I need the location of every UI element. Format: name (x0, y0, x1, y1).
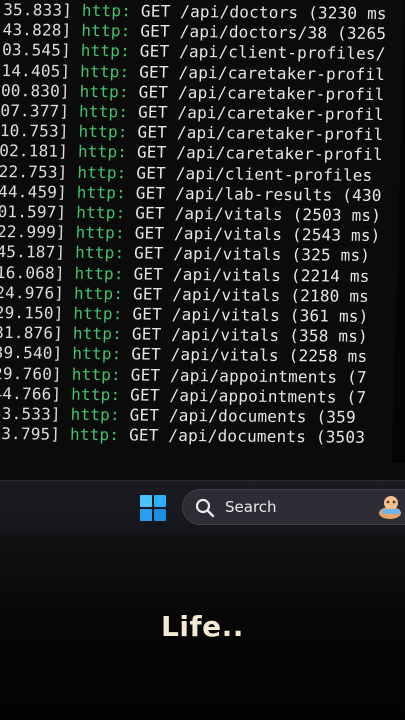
terminal-window[interactable]: 35.833] http: GET /api/doctors (3230 ms:… (0, 0, 405, 468)
taskbar: Search (0, 480, 405, 535)
log-method: GET (131, 324, 162, 344)
log-method: GET (136, 163, 167, 183)
log-protocol: http: (79, 61, 130, 81)
log-timestamp: :14.405] (0, 60, 71, 81)
log-method: GET (134, 223, 165, 243)
log-timestamp: 44.766] (0, 383, 62, 404)
log-method: GET (137, 102, 168, 122)
log-method: GET (133, 243, 164, 264)
log-method: GET (129, 405, 160, 425)
log-method: GET (139, 41, 170, 62)
log-path: /api/vitals (325 ms) (173, 244, 371, 266)
video-caption: Life.. (161, 610, 244, 643)
windows-start-icon[interactable] (139, 494, 167, 522)
log-timestamp: :43.828] (0, 20, 72, 40)
log-protocol: http: (81, 21, 131, 41)
log-timestamp: :02.181] (0, 141, 69, 162)
widget-art-icon[interactable] (378, 491, 405, 521)
log-path: /api/doctors/38 (3265 (179, 22, 387, 44)
log-protocol: http: (80, 41, 131, 61)
log-method: GET (132, 284, 163, 304)
log-timestamp: :00.830] (0, 80, 71, 101)
log-timestamp: 16.068] (0, 262, 66, 283)
log-path: /api/vitals (2214 ms (172, 264, 370, 286)
log-timestamp: 29.760] (0, 363, 63, 384)
log-method: GET (133, 264, 164, 284)
log-timestamp: :45.187] (0, 242, 66, 263)
log-protocol: http: (76, 182, 127, 203)
log-timestamp: 31.876] (0, 323, 64, 343)
log-timestamp: :01.597] (0, 201, 67, 222)
log-path: /api/appointments (7 (169, 365, 368, 387)
taskbar-search-box[interactable]: Search (182, 489, 405, 525)
log-timestamp: 39.540] (0, 343, 63, 364)
log-path: /api/vitals (2503 ms) (174, 203, 382, 226)
log-path: /api/caretaker-profil (178, 62, 386, 84)
log-protocol: http: (76, 202, 126, 223)
log-timestamp: 24.976] (0, 282, 65, 303)
log-method: GET (136, 142, 167, 163)
log-method: GET (138, 82, 169, 102)
log-timestamp: 29.150] (0, 302, 64, 323)
log-method: GET (128, 425, 159, 445)
log-timestamp: :22.753] (0, 161, 68, 182)
log-protocol: http: (74, 263, 125, 283)
log-path: /api/vitals (2543 ms) (173, 224, 381, 246)
log-protocol: http: (79, 81, 130, 102)
log-protocol: http: (81, 0, 132, 21)
log-path: /api/doctors (3230 ms (180, 1, 388, 24)
log-path: /api/appointments (7 (169, 385, 367, 407)
log-method: GET (135, 183, 166, 203)
log-method: GET (138, 62, 169, 82)
log-timestamp: :44.459] (0, 181, 68, 202)
log-protocol: http: (72, 344, 122, 364)
log-protocol: http: (75, 222, 126, 243)
log-timestamp: 53.533] (0, 403, 62, 424)
log-path: /api/caretaker-profil (176, 123, 384, 145)
log-protocol: http: (70, 404, 121, 425)
log-path: /api/client-profiles/ (178, 42, 386, 64)
log-protocol: http: (78, 101, 129, 122)
log-path: /api/caretaker-profil (177, 102, 385, 125)
log-path: /api/client-profiles (175, 163, 373, 185)
log-method: GET (140, 21, 171, 41)
log-path: /api/documents (359 (168, 405, 357, 427)
log-path: /api/caretaker-profil (176, 143, 384, 165)
log-timestamp: :07.377] (0, 100, 70, 121)
terminal-bottom-edge (0, 463, 405, 481)
log-protocol: http: (77, 142, 128, 162)
log-protocol: http: (70, 384, 121, 405)
log-method: GET (131, 344, 162, 365)
log-method: GET (130, 364, 161, 385)
log-path: /api/lab-results (430 (174, 183, 382, 205)
log-protocol: http: (74, 243, 125, 263)
log-path: /api/documents (3503 (168, 425, 366, 448)
log-protocol: http: (72, 323, 123, 344)
log-path: /api/vitals (2258 ms (170, 345, 368, 367)
log-method: GET (140, 1, 171, 21)
log-timestamp: :03.545] (0, 40, 72, 61)
log-timestamp: 13.795] (0, 424, 61, 444)
log-method: GET (135, 203, 166, 223)
search-label: Search (225, 498, 277, 516)
log-protocol: http: (69, 424, 120, 445)
log-protocol: http: (78, 122, 128, 142)
log-protocol: http: (73, 303, 123, 324)
search-icon (195, 498, 215, 518)
log-path: /api/vitals (2180 ms (172, 284, 370, 306)
log-line: 13.795] http: GET /api/documents (3503 (0, 424, 365, 448)
log-path: /api/caretaker-profil (177, 82, 385, 104)
log-method: GET (137, 122, 168, 142)
photo-of-screen: 35.833] http: GET /api/doctors (3230 ms:… (0, 0, 405, 720)
log-timestamp: 35.833] (2, 0, 73, 20)
log-timestamp: :10.753] (0, 121, 69, 141)
log-protocol: http: (73, 283, 124, 304)
log-method: GET (129, 385, 160, 405)
log-timestamp: :22.999] (0, 222, 67, 242)
log-protocol: http: (71, 364, 122, 384)
log-path: /api/vitals (358 ms) (170, 325, 369, 347)
log-protocol: http: (77, 162, 127, 182)
log-path: /api/vitals (361 ms) (171, 304, 369, 326)
log-method: GET (132, 304, 163, 324)
